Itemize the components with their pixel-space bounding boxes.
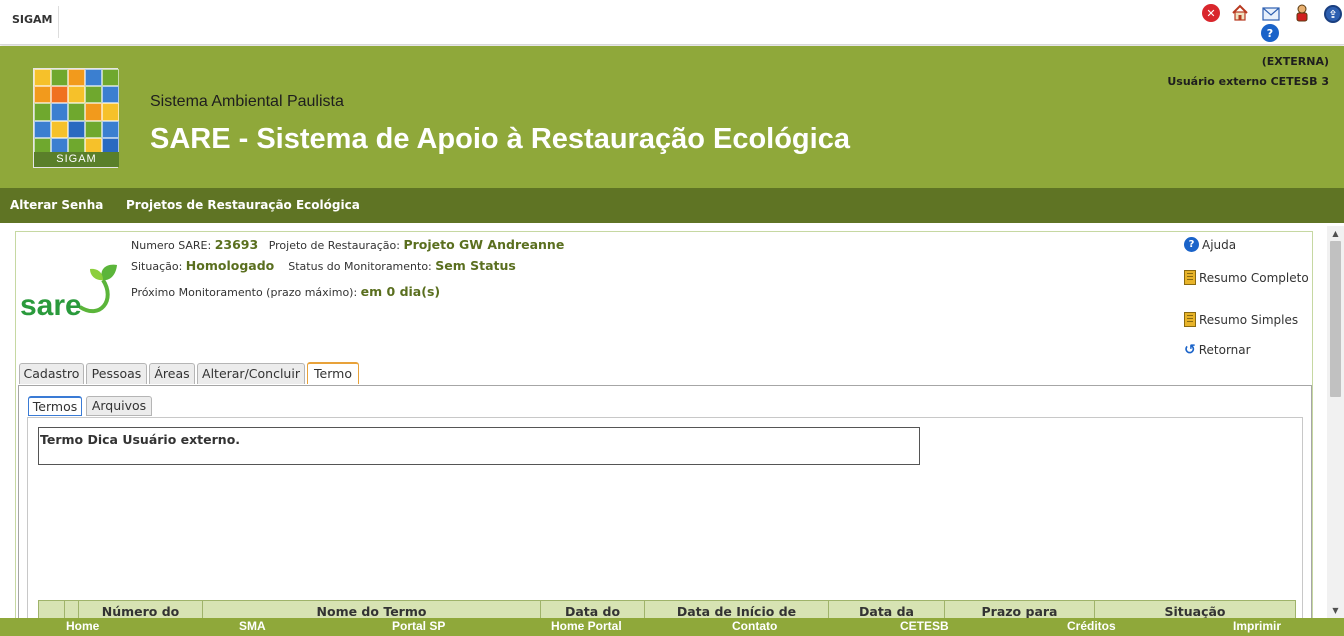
top-bar: SIGAM ✕ ⇪ ? (0, 0, 1344, 45)
proximo-label: Próximo Monitoramento (prazo máximo): (131, 286, 358, 299)
tab-pessoas[interactable]: Pessoas (86, 363, 147, 384)
tab-areas[interactable]: Áreas (149, 363, 195, 384)
resumo-simples-link[interactable]: Resumo Simples (1184, 312, 1298, 327)
help-icon: ? (1184, 237, 1199, 252)
sare-logo: sare (18, 245, 129, 345)
footer-portal-sp[interactable]: Portal SP (392, 619, 445, 633)
nav-projetos[interactable]: Projetos de Restauração Ecológica (126, 198, 360, 212)
situacao-row: Situação: Homologado Status do Monitoram… (131, 258, 516, 273)
help-icon[interactable]: ? (1261, 24, 1279, 42)
subtab-termos[interactable]: Termos (28, 396, 82, 416)
projeto-label: Projeto de Restauração: (268, 239, 400, 252)
tab-termo[interactable]: Termo (307, 362, 359, 384)
header-subtitle: Sistema Ambiental Paulista (150, 93, 344, 110)
environment-label: (EXTERNA) (1261, 55, 1329, 68)
nav-alterar-senha[interactable]: Alterar Senha (10, 198, 103, 212)
numero-row: Numero SARE: 23693 Projeto de Restauraçã… (131, 237, 564, 252)
resumo-completo-link[interactable]: Resumo Completo (1184, 270, 1309, 285)
subtab-arquivos[interactable]: Arquivos (86, 396, 152, 416)
ajuda-link[interactable]: ? Ajuda (1184, 237, 1236, 252)
retornar-link[interactable]: ↺ Retornar (1184, 342, 1251, 358)
termo-note: Termo Dica Usuário externo. (38, 427, 920, 465)
header: SIGAM Sistema Ambiental Paulista SARE - … (0, 46, 1344, 188)
footer-imprimir[interactable]: Imprimir (1233, 619, 1281, 633)
user-name: Usuário externo CETESB 3 (1167, 75, 1329, 88)
close-icon[interactable]: ✕ (1202, 4, 1220, 22)
footer-creditos[interactable]: Créditos (1067, 619, 1116, 633)
project-panel: sare Numero SARE: 23693 Projeto de Resta… (15, 231, 1313, 636)
header-title: SARE - Sistema de Apoio à Restauração Ec… (150, 123, 850, 155)
footer-sma[interactable]: SMA (239, 619, 266, 633)
status-value: Sem Status (435, 258, 516, 273)
vertical-scrollbar[interactable]: ▲ ▼ (1327, 226, 1344, 618)
book-icon (1184, 270, 1196, 285)
tab-cadastro[interactable]: Cadastro (19, 363, 84, 384)
footer-contato[interactable]: Contato (732, 619, 777, 633)
mail-icon[interactable] (1262, 5, 1280, 23)
proximo-row: Próximo Monitoramento (prazo máximo): em… (131, 284, 440, 299)
projeto-value: Projeto GW Andreanne (403, 237, 565, 252)
user-icon[interactable] (1293, 4, 1311, 22)
app-name: SIGAM (12, 13, 53, 26)
subtab-panel-termos: Termo Dica Usuário externo. Número do No… (27, 417, 1303, 636)
tab-panel-termo: Termos Arquivos Termo Dica Usuário exter… (18, 385, 1312, 636)
numero-label: Numero SARE: (131, 239, 212, 252)
situacao-value: Homologado (185, 258, 275, 273)
divider (58, 6, 59, 38)
logo-text: SIGAM (34, 152, 119, 167)
footer-cetesb[interactable]: CETESB (900, 619, 949, 633)
tab-alterar-concluir[interactable]: Alterar/Concluir (197, 363, 305, 384)
numero-value: 23693 (214, 237, 259, 252)
scroll-up-icon[interactable]: ▲ (1331, 229, 1340, 238)
main-nav: Alterar Senha Projetos de Restauração Ec… (0, 188, 1344, 223)
situacao-label: Situação: (131, 260, 183, 273)
sare-logo-text: sare (20, 289, 82, 322)
sigam-logo: SIGAM (33, 68, 119, 168)
logout-icon[interactable]: ⇪ (1324, 5, 1342, 23)
footer-home[interactable]: Home (66, 619, 99, 633)
return-icon: ↺ (1184, 342, 1196, 358)
home-icon[interactable] (1231, 4, 1249, 22)
footer: Home SMA Portal SP Home Portal Contato C… (0, 618, 1344, 636)
scrollbar-thumb[interactable] (1330, 241, 1341, 397)
scroll-down-icon[interactable]: ▼ (1331, 606, 1340, 615)
footer-home-portal[interactable]: Home Portal (551, 619, 622, 633)
proximo-value: em 0 dia(s) (360, 284, 441, 299)
book-icon (1184, 312, 1196, 327)
status-label: Status do Monitoramento: (288, 260, 432, 273)
